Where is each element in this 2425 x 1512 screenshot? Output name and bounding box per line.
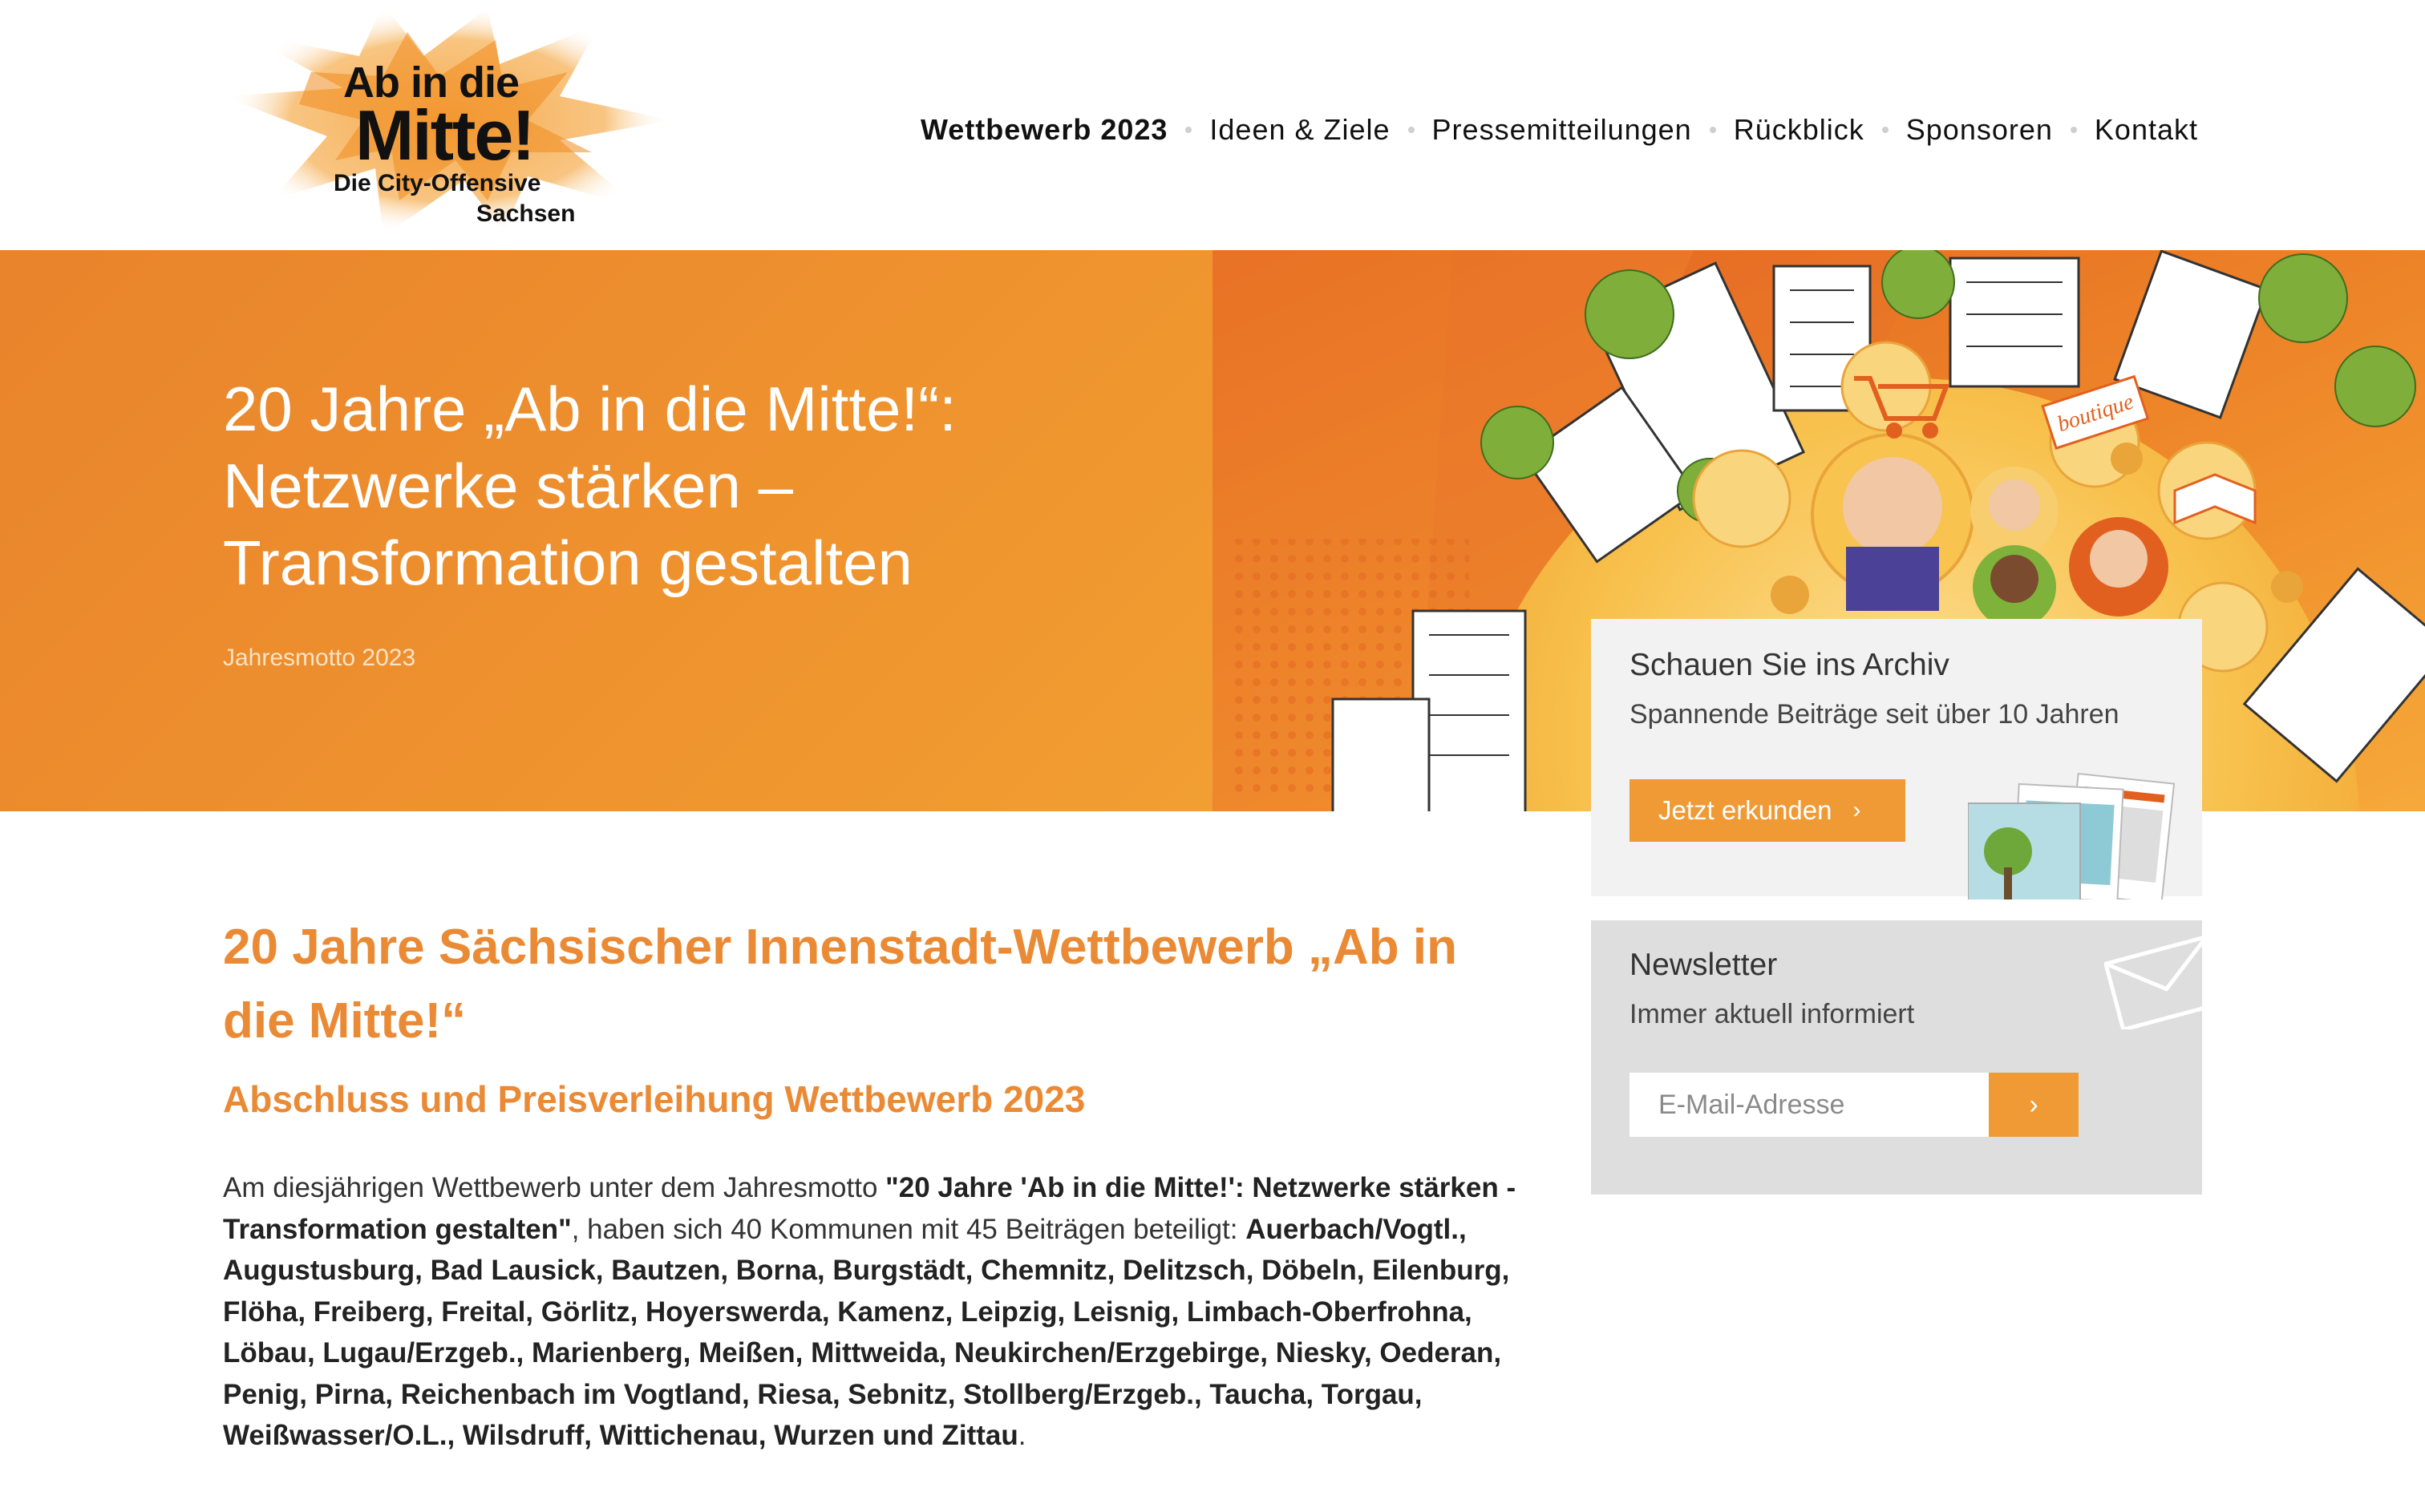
newsletter-card-title: Newsletter [1629, 948, 1778, 982]
hero-title: 20 Jahre „Ab in die Mitte!“: Netzwerke s… [223, 374, 957, 598]
logo-text-sachsen: Sachsen [476, 200, 576, 227]
newsletter-card: Newsletter Immer aktuell informiert › [1591, 920, 2202, 1195]
logo-text-mitte: Mitte! [355, 95, 536, 175]
nav-item-kontakt[interactable]: Kontakt [2095, 113, 2198, 147]
archive-card: Schauen Sie ins Archiv Spannende Beiträg… [1591, 619, 2202, 900]
explore-archive-button-label: Jetzt erkunden [1658, 795, 1832, 825]
nav-separator [1709, 127, 1716, 133]
participating-towns: Auerbach/Vogtl., Augustusburg, Bad Lausi… [223, 1213, 1510, 1452]
main-navigation: Wettbewerb 2023 Ideen & Ziele Pressemitt… [921, 111, 2198, 149]
intro-text-1: Am diesjährigen Wettbewerb unter dem Jah… [223, 1172, 886, 1203]
nav-separator [2070, 127, 2077, 133]
nav-separator [1881, 127, 1889, 133]
nav-item-pressemitteilungen[interactable]: Pressemitteilungen [1432, 113, 1692, 147]
chevron-right-icon: › [2029, 1089, 2038, 1120]
logo-text-city-offensive: Die City-Offensive [334, 170, 541, 196]
nav-separator [1407, 127, 1415, 133]
explore-archive-button[interactable]: Jetzt erkunden › [1629, 779, 1905, 842]
site-logo[interactable]: Ab in die Mitte! Die City-Offensive Sach… [223, 0, 672, 241]
nav-item-rueckblick[interactable]: Rückblick [1734, 113, 1864, 147]
archive-card-title: Schauen Sie ins Archiv [1629, 648, 1949, 682]
nav-separator [1185, 127, 1192, 133]
hero-subtitle: Jahresmotto 2023 [223, 645, 416, 671]
archive-card-subtitle: Spannende Beiträge seit über 10 Jahren [1629, 699, 2119, 730]
newsletter-card-subtitle: Immer aktuell informiert [1629, 999, 1915, 1029]
newsletter-submit-button[interactable]: › [1989, 1073, 2079, 1137]
email-field[interactable] [1629, 1073, 1989, 1137]
intro-text-end: . [1018, 1420, 1026, 1451]
chevron-right-icon: › [1852, 797, 1861, 823]
intro-paragraph: Am diesjährigen Wettbewerb unter dem Jah… [223, 1167, 1538, 1457]
magazine-stack-image [1968, 772, 2176, 900]
main-heading: 20 Jahre Sächsischer Innenstadt-Wettbewe… [223, 920, 1457, 1049]
nav-item-wettbewerb-2023[interactable]: Wettbewerb 2023 [921, 113, 1168, 147]
main-subheading: Abschluss und Preisverleihung Wettbewerb… [223, 1078, 1086, 1120]
intro-text-2: , haben sich 40 Kommunen mit 45 Beiträge… [571, 1213, 1246, 1245]
nav-item-ideen-ziele[interactable]: Ideen & Ziele [1209, 113, 1390, 147]
envelope-icon [2104, 934, 2202, 1029]
nav-item-sponsoren[interactable]: Sponsoren [1906, 113, 2053, 147]
site-header: Ab in die Mitte! Die City-Offensive Sach… [0, 0, 2425, 250]
